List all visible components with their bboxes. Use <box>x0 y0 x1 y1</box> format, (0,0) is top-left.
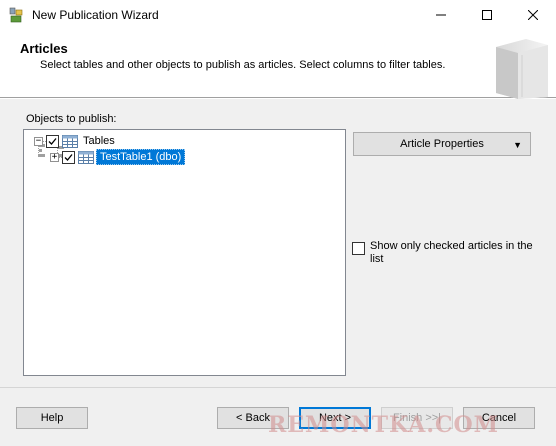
testtable1-checkbox[interactable] <box>62 150 75 164</box>
expand-icon[interactable]: + <box>50 152 59 162</box>
checkmark-icon <box>64 153 73 161</box>
tables-checkbox[interactable] <box>46 134 59 148</box>
back-button[interactable]: < Back <box>217 407 289 429</box>
tree-item-testtable1[interactable]: + TestTable1 (dbo) <box>50 149 186 165</box>
wizard-footer: Help < Back Next > Finish >>| Cancel <box>0 387 556 446</box>
table-icon <box>62 134 78 148</box>
close-icon <box>528 10 538 20</box>
article-properties-button[interactable]: Article Properties ▼ <box>353 132 531 156</box>
close-button[interactable] <box>510 0 556 30</box>
finish-button[interactable]: Finish >>| <box>381 407 453 429</box>
tree-item-label: TestTable1 (dbo) <box>96 149 186 165</box>
wizard-content: Objects to publish: − Tables + TestTable… <box>0 99 556 387</box>
cancel-button[interactable]: Cancel <box>463 407 535 429</box>
page-title: Articles <box>20 41 68 56</box>
tree-item-tables[interactable]: − Tables <box>34 133 118 149</box>
article-properties-label: Article Properties <box>400 138 484 150</box>
tree-item-label: Tables <box>83 135 115 147</box>
wizard-book-icon <box>496 39 548 99</box>
objects-tree[interactable]: − Tables + TestTable1 (dbo) <box>23 129 346 376</box>
table-icon <box>78 150 94 164</box>
show-only-checked-label: Show only checked articles in the list <box>370 240 533 265</box>
maximize-button[interactable] <box>464 0 510 30</box>
minimize-button[interactable] <box>418 0 464 30</box>
title-bar: New Publication Wizard <box>0 0 556 30</box>
window-title: New Publication Wizard <box>32 8 159 22</box>
help-button[interactable]: Help <box>16 407 88 429</box>
show-only-checked-option[interactable]: Show only checked articles in the list <box>352 240 542 266</box>
collapse-icon[interactable]: − <box>34 136 43 146</box>
checkmark-icon <box>48 137 57 145</box>
page-subtitle: Select tables and other objects to publi… <box>40 59 446 71</box>
wizard-header: Articles Select tables and other objects… <box>0 30 556 99</box>
next-button[interactable]: Next > <box>299 407 371 429</box>
objects-to-publish-label: Objects to publish: <box>26 113 117 125</box>
dropdown-arrow-icon: ▼ <box>513 140 522 150</box>
show-only-checked-checkbox[interactable] <box>352 242 365 255</box>
publication-wizard-icon <box>9 7 23 23</box>
minimize-icon <box>436 14 446 16</box>
maximize-icon <box>482 10 492 20</box>
